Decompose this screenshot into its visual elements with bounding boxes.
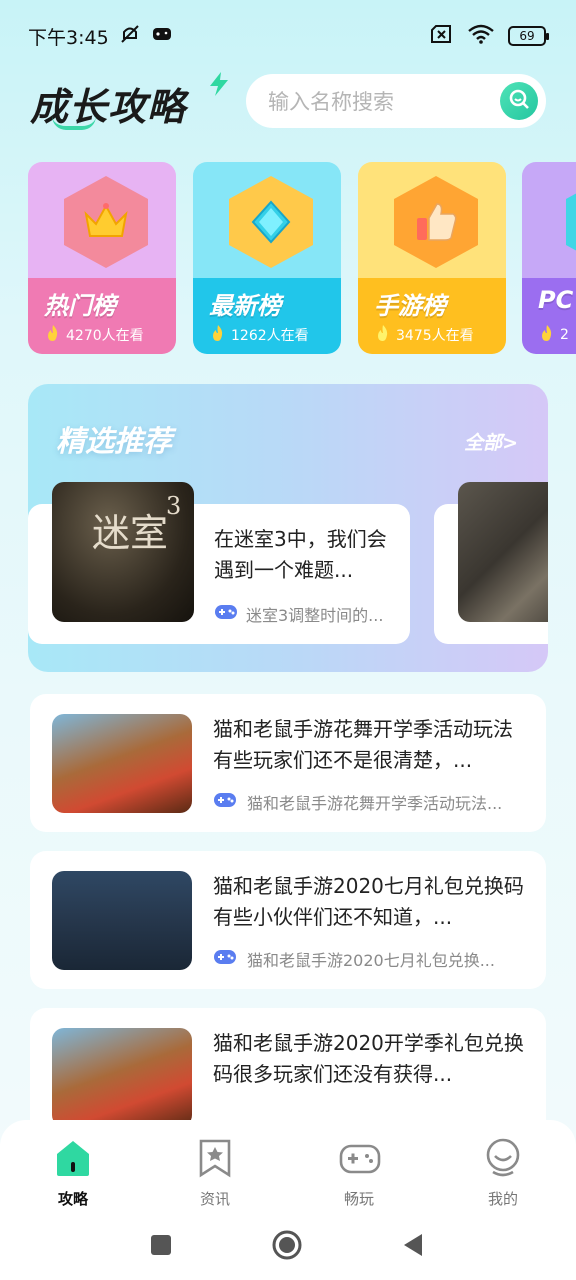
bottom-navigation: 攻略 资讯 畅玩 我的 [0, 1120, 576, 1280]
gamepad-status-icon [151, 25, 173, 48]
category-card-new[interactable]: 最新榜 1262人在看 [193, 162, 341, 354]
viewer-count: 3475人在看 [396, 328, 474, 344]
article-item[interactable]: 猫和老鼠手游花舞开学季活动玩法有些玩家们还不是很清楚，... 猫和老鼠手游花舞开… [30, 694, 546, 832]
header: 成长攻略 输入名称搜索 [0, 72, 576, 132]
category-name: 热门榜 [44, 292, 116, 320]
home-icon [53, 1138, 93, 1178]
tab-mine[interactable]: 我的 [458, 1138, 548, 1209]
featured-section: 精选推荐 全部> 迷室 3 在迷室3中，我们会遇到一个难题... 迷室3调整时间… [28, 384, 548, 672]
category-viewers: 3475人在看 [374, 324, 474, 346]
crown-icon [72, 186, 140, 258]
viewer-count: 2 [560, 327, 569, 343]
category-name: 最新榜 [209, 292, 281, 320]
flame-icon [538, 324, 556, 346]
search-placeholder: 输入名称搜索 [268, 90, 394, 114]
recent-apps-button[interactable] [150, 1234, 172, 1260]
category-card-mobile[interactable]: 手游榜 3475人在看 [358, 162, 506, 354]
thumbs-up-icon [402, 186, 470, 258]
category-row: 热门榜 4270人在看 最新榜 1262人在看 手游榜 3475人在看 PC 2 [28, 162, 576, 356]
source-text: 猫和老鼠手游2020七月礼包兑换... [247, 951, 495, 970]
category-viewers: 4270人在看 [44, 324, 144, 346]
logo-bolt-icon [208, 72, 230, 102]
battery-level: 69 [519, 29, 535, 43]
article-thumbnail [52, 871, 192, 970]
search-button[interactable] [500, 82, 538, 120]
profile-face-icon [483, 1138, 523, 1178]
gamepad-icon [213, 790, 237, 814]
thumbnail-text: 迷室 [92, 511, 169, 555]
search-input[interactable]: 输入名称搜索 [246, 74, 546, 128]
featured-title: 精选推荐 [56, 424, 173, 458]
article-source: 猫和老鼠手游2020七月礼包兑换... [213, 947, 529, 971]
bookmark-star-icon [195, 1138, 235, 1178]
article-item[interactable]: 猫和老鼠手游2020七月礼包兑换码有些小伙伴们还不知道，... 猫和老鼠手游20… [30, 851, 546, 989]
home-button[interactable] [272, 1230, 302, 1264]
gamepad-icon [214, 602, 238, 626]
category-name: 手游榜 [374, 292, 446, 320]
status-bar: 下午3:45 69 [0, 0, 576, 72]
category-name: PC [538, 286, 574, 314]
featured-card-title: 在迷室3中，我们会遇到一个难题... [214, 527, 387, 582]
category-viewers: 1262人在看 [209, 324, 309, 346]
tab-label: 我的 [487, 1190, 518, 1208]
viewer-count: 4270人在看 [66, 328, 144, 344]
source-text: 迷室3调整时间的... [246, 606, 384, 625]
tab-news[interactable]: 资讯 [170, 1138, 260, 1209]
wifi-icon [468, 24, 494, 49]
gamepad-icon [213, 947, 237, 971]
featured-thumbnail-next[interactable] [458, 482, 548, 622]
back-button[interactable] [402, 1233, 424, 1261]
article-thumbnail [52, 714, 192, 813]
status-time: 下午3:45 [28, 26, 109, 49]
flame-icon [209, 324, 227, 346]
gamepad-nav-icon [339, 1138, 381, 1178]
category-card-hot[interactable]: 热门榜 4270人在看 [28, 162, 176, 354]
tab-play[interactable]: 畅玩 [314, 1138, 404, 1209]
flame-icon [44, 324, 62, 346]
tab-label: 畅玩 [343, 1190, 374, 1208]
tab-label: 攻略 [57, 1190, 88, 1208]
category-viewers: 2 [538, 324, 569, 346]
tab-guide[interactable]: 攻略 [28, 1138, 118, 1209]
article-title: 猫和老鼠手游花舞开学季活动玩法有些玩家们还不是很清楚，... [213, 717, 513, 772]
featured-thumbnail[interactable]: 迷室 3 [52, 482, 194, 622]
article-source: 猫和老鼠手游花舞开学季活动玩法... [213, 790, 529, 814]
article-title: 猫和老鼠手游2020七月礼包兑换码有些小伙伴们还不知道，... [213, 874, 524, 929]
featured-all-link[interactable]: 全部> [464, 428, 518, 455]
category-card-pc[interactable]: PC 2 [522, 162, 576, 354]
tab-label: 资讯 [199, 1190, 230, 1208]
flame-icon [374, 324, 392, 346]
sim-off-icon [430, 24, 454, 49]
article-thumbnail [52, 1028, 192, 1127]
source-text: 猫和老鼠手游花舞开学季活动玩法... [247, 794, 503, 813]
viewer-count: 1262人在看 [231, 328, 309, 344]
diamond-icon [237, 186, 305, 258]
search-icon [508, 88, 530, 115]
battery-icon: 69 [508, 26, 549, 46]
thumbnail-number: 3 [166, 492, 182, 520]
article-title: 猫和老鼠手游2020开学季礼包兑换码很多玩家们还没有获得... [213, 1031, 524, 1086]
mute-icon [119, 23, 141, 50]
featured-card-source: 迷室3调整时间的... [214, 602, 394, 626]
